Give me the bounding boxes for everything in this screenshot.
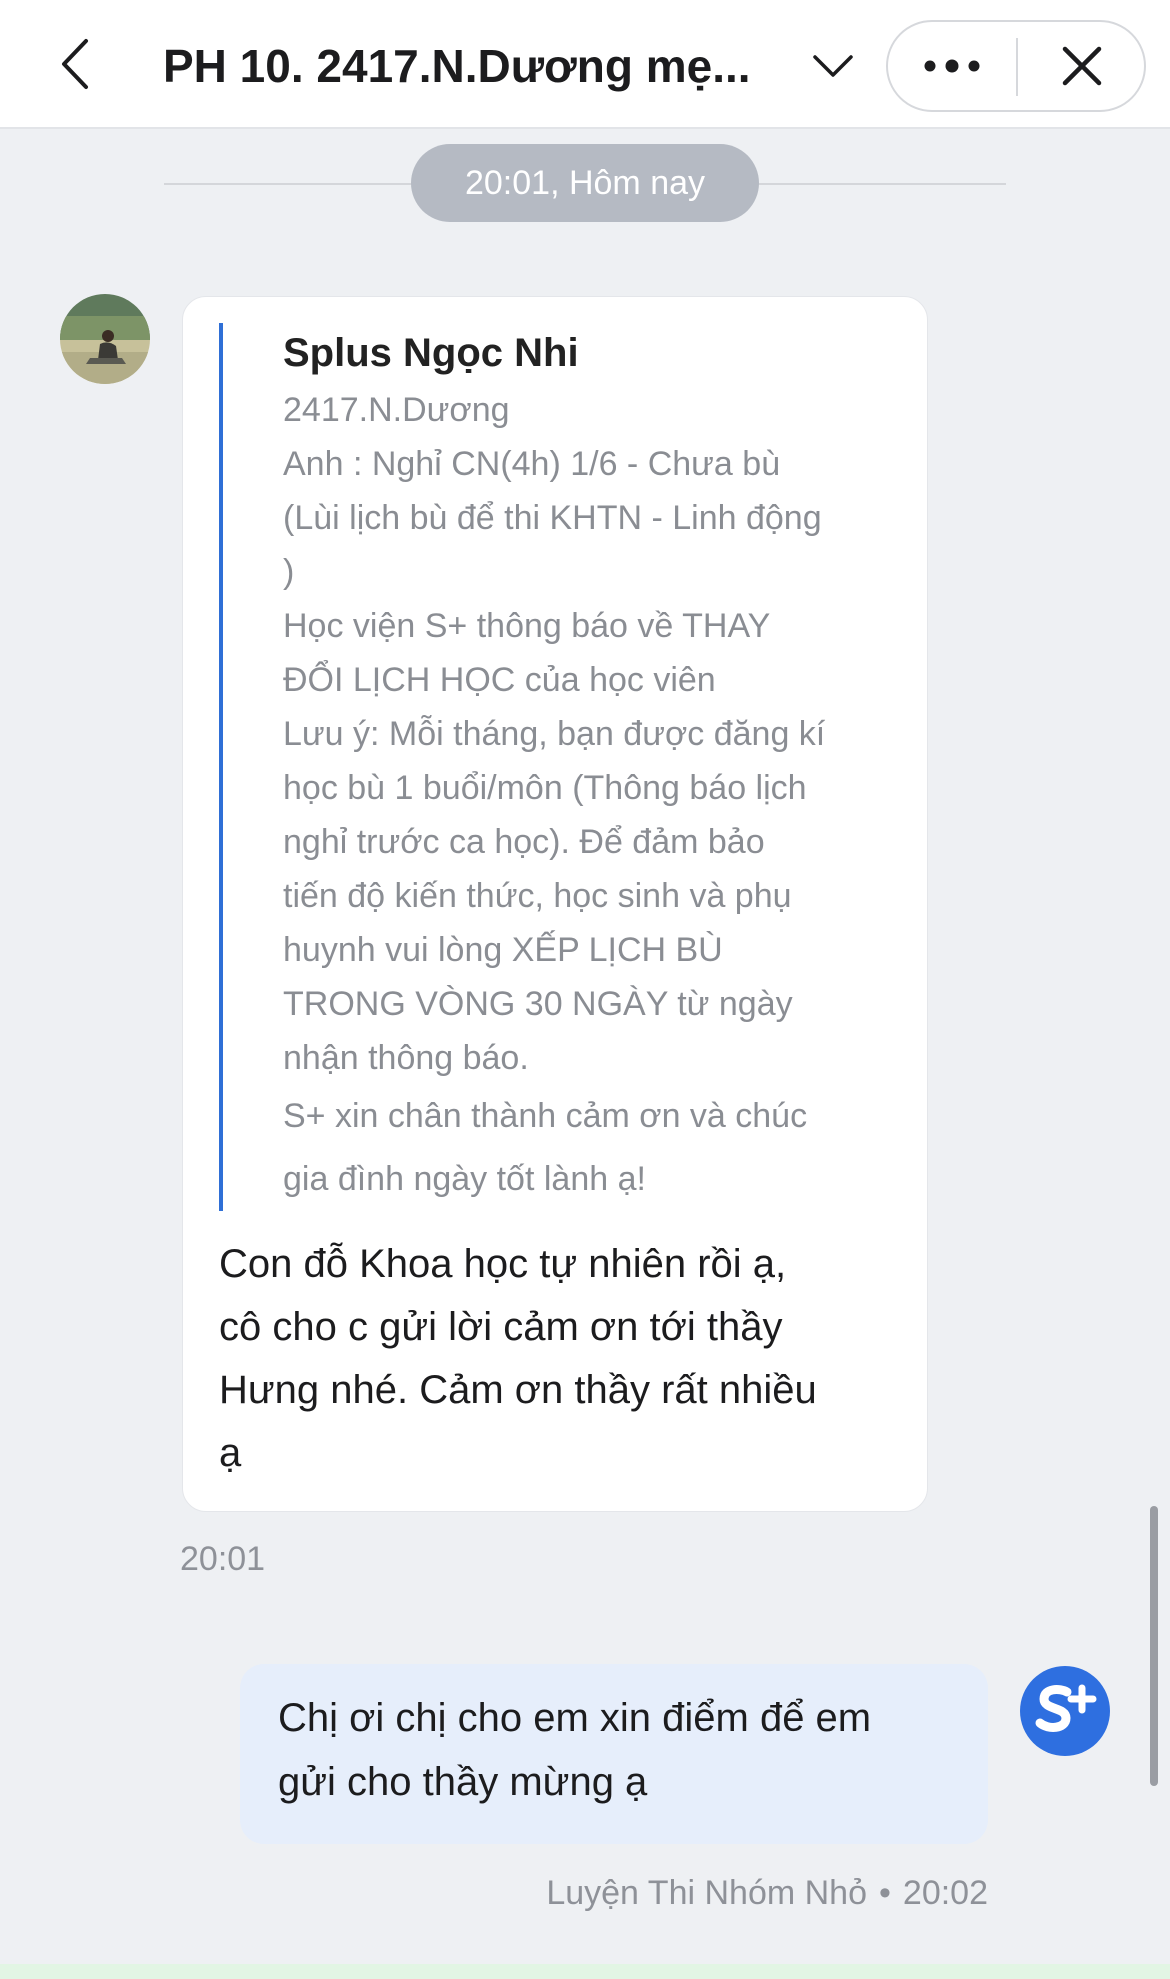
quote-line: (Lùi lịch bù để thi KHTN - Linh động xyxy=(283,499,822,537)
message-line: Hưng nhé. Cảm ơn thầy rất nhiều xyxy=(219,1368,817,1412)
back-button[interactable] xyxy=(50,32,100,96)
chevron-left-icon xyxy=(62,39,88,89)
outgoing-message-text: Chị ơi chị cho em xin điểm để em gửi cho… xyxy=(278,1686,871,1814)
composer-top-edge xyxy=(0,1964,1170,1979)
quote-line: Anh : Nghỉ CN(4h) 1/6 - Chưa bù xyxy=(283,445,781,483)
close-icon xyxy=(1062,46,1102,86)
outgoing-message-time: 20:02 xyxy=(902,1874,988,1912)
meta-separator: • xyxy=(879,1874,891,1912)
outgoing-message-meta: Luyện Thi Nhóm Nhỏ • 20:02 xyxy=(546,1874,988,1913)
quote-closing-line: S+ xin chân thành cảm ơn và chúc xyxy=(283,1097,808,1135)
more-button[interactable] xyxy=(888,22,1016,110)
outgoing-message-bubble[interactable]: Chị ơi chị cho em xin điểm để em gửi cho… xyxy=(240,1664,988,1844)
quote-line: huynh vui lòng XẾP LỊCH BÙ xyxy=(283,931,723,969)
quote-closing-line: gia đình ngày tốt lành ạ! xyxy=(283,1160,646,1198)
incoming-message-text: Con đỗ Khoa học tự nhiên rồi ạ, cô cho c… xyxy=(219,1233,909,1485)
splus-avatar[interactable] xyxy=(1020,1666,1110,1756)
avatar-photo xyxy=(60,294,150,384)
incoming-message-bubble[interactable]: Splus Ngọc Nhi 2417.N.Dương Anh : Nghỉ C… xyxy=(182,296,928,1512)
quote-line: Lưu ý: Mỗi tháng, bạn được đăng kí xyxy=(283,715,826,753)
conversation-title[interactable]: PH 10. 2417.N.Dương mẹ... xyxy=(163,34,783,98)
quote-line: nhận thông báo. xyxy=(283,1039,529,1077)
message-line: ạ xyxy=(219,1431,242,1475)
quote-sender: Splus Ngọc Nhi xyxy=(283,331,579,375)
quote-line: ) xyxy=(283,553,295,591)
date-separator: 20:01, Hôm nay xyxy=(411,144,759,222)
message-line: gửi cho thầy mừng ạ xyxy=(278,1760,648,1804)
date-divider-left xyxy=(164,183,414,185)
title-dropdown-button[interactable] xyxy=(805,42,861,90)
quote-line: ĐỔI LỊCH HỌC của học viên xyxy=(283,661,716,699)
quoted-message[interactable]: Splus Ngọc Nhi 2417.N.Dương Anh : Nghỉ C… xyxy=(283,323,913,1211)
chevron-down-icon xyxy=(813,55,853,77)
quote-bar xyxy=(219,323,223,1211)
splus-logo-icon xyxy=(1020,1666,1110,1756)
message-line: cô cho c gửi lời cảm ơn tới thầy xyxy=(219,1305,783,1349)
scrollbar[interactable] xyxy=(1150,1506,1158,1786)
quote-line: 2417.N.Dương xyxy=(283,391,510,429)
quote-line: học bù 1 buổi/môn (Thông báo lịch xyxy=(283,769,807,807)
header-actions xyxy=(886,20,1146,112)
quote-line: tiến độ kiến thức, học sinh và phụ xyxy=(283,877,792,915)
close-button[interactable] xyxy=(1018,22,1146,110)
sender-avatar[interactable] xyxy=(60,294,150,384)
incoming-message-time: 20:01 xyxy=(180,1540,266,1578)
quote-line: Học viện S+ thông báo về THAY xyxy=(283,607,771,645)
message-line: Con đỗ Khoa học tự nhiên rồi ạ, xyxy=(219,1242,787,1286)
outgoing-sender-name: Luyện Thi Nhóm Nhỏ xyxy=(546,1874,867,1912)
quote-line: nghỉ trước ca học). Để đảm bảo xyxy=(283,823,765,861)
message-line: Chị ơi chị cho em xin điểm để em xyxy=(278,1696,872,1740)
more-horizontal-icon xyxy=(924,59,980,73)
date-divider-right xyxy=(756,183,1006,185)
chat-header: PH 10. 2417.N.Dương mẹ... xyxy=(0,0,1170,129)
quote-line: TRONG VÒNG 30 NGÀY từ ngày xyxy=(283,985,793,1023)
